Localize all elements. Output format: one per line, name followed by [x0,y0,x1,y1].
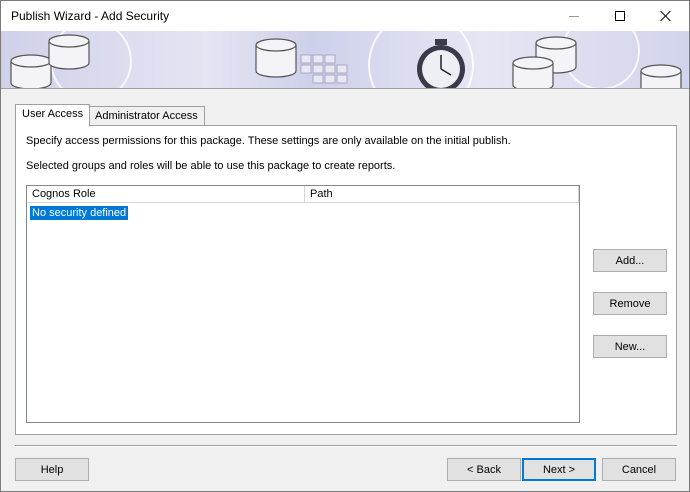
access-description: Specify access permissions for this pack… [26,135,511,147]
column-header-cognos-role[interactable]: Cognos Role [27,186,305,203]
tab-administrator-access[interactable]: Administrator Access [88,106,205,126]
publish-wizard-window: Publish Wizard - Add Security Administra… [0,0,690,492]
user-access-panel: Specify access permissions for this pack… [15,125,677,435]
banner-graphic [10,31,682,88]
window-title: Publish Wizard - Add Security [11,9,170,23]
close-icon [660,10,672,22]
add-button[interactable]: Add... [593,249,667,272]
maximize-button[interactable] [597,1,643,31]
wizard-banner [1,31,689,89]
help-button[interactable]: Help [15,458,89,481]
minimize-icon [569,15,579,17]
list-header: Cognos Role Path [27,186,579,203]
tab-user-access-label: User Access [22,108,84,120]
close-button[interactable] [643,1,689,31]
tab-user-access[interactable]: User Access [15,104,91,126]
maximize-icon [615,11,625,21]
roles-description: Selected groups and roles will be able t… [26,160,396,172]
tab-administrator-access-label: Administrator Access [95,110,198,122]
security-list[interactable]: Cognos Role Path No security defined [26,185,580,423]
next-button[interactable]: Next > [522,458,596,481]
back-button[interactable]: < Back [447,458,521,481]
title-bar[interactable]: Publish Wizard - Add Security [1,1,689,31]
column-header-path[interactable]: Path [305,186,579,203]
cancel-button[interactable]: Cancel [602,458,676,481]
footer-divider [15,445,677,447]
new-button[interactable]: New... [593,335,667,358]
remove-button[interactable]: Remove [593,292,667,315]
minimize-button[interactable] [551,1,597,31]
list-item[interactable]: No security defined [30,206,129,220]
